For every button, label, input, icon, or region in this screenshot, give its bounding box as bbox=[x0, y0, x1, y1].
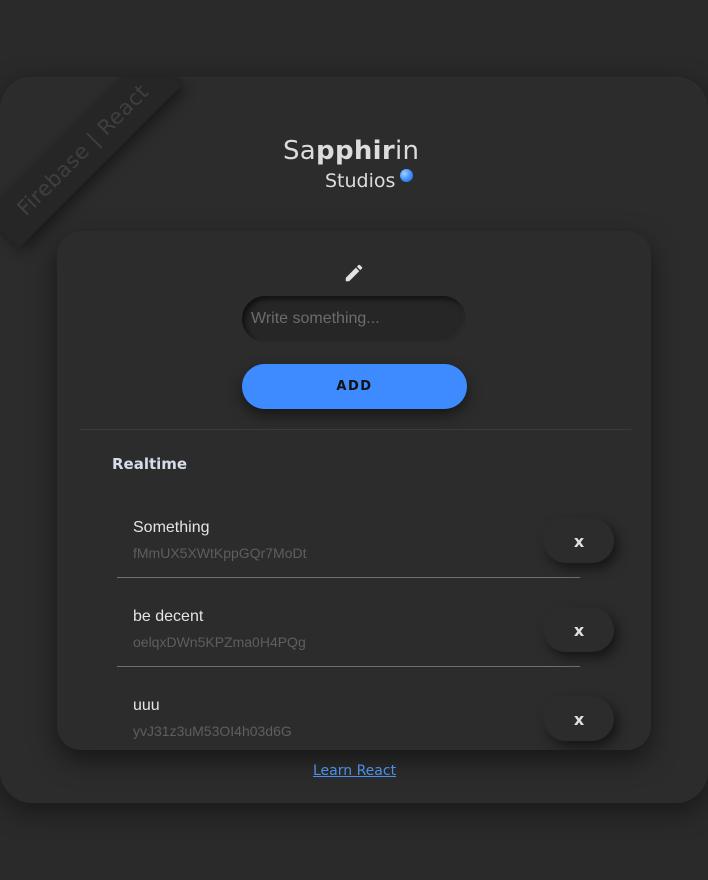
note-input[interactable] bbox=[242, 296, 466, 342]
add-button[interactable]: ADD bbox=[242, 364, 467, 409]
item-title: uuu bbox=[133, 697, 160, 714]
notes-panel: ADD Realtime Something fMmUX5XWtKppGQr7M… bbox=[57, 231, 651, 750]
list-item: be decent oelqxDWn5KPZma0H4PQg x bbox=[57, 586, 651, 675]
item-id: yvJ31z3uM53OI4h03d6G bbox=[133, 723, 292, 739]
delete-button[interactable]: x bbox=[544, 697, 614, 741]
section-title: Realtime bbox=[112, 455, 188, 473]
pencil-icon bbox=[345, 264, 363, 282]
item-divider bbox=[117, 666, 580, 667]
corner-ribbon: Firebase | React bbox=[0, 77, 182, 249]
item-id: oelqxDWn5KPZma0H4PQg bbox=[133, 634, 306, 650]
ribbon-label: Firebase | React bbox=[12, 79, 154, 221]
notes-list: Something fMmUX5XWtKppGQr7MoDt x be dece… bbox=[57, 497, 651, 750]
blue-dot-icon bbox=[400, 169, 413, 182]
learn-react-link[interactable]: Learn React bbox=[313, 763, 396, 779]
item-title: Something bbox=[133, 519, 210, 536]
list-item: Something fMmUX5XWtKppGQr7MoDt x bbox=[57, 497, 651, 586]
app-card: Firebase | React Sapphirin Studios ADD R… bbox=[0, 77, 708, 803]
delete-button[interactable]: x bbox=[544, 519, 614, 563]
item-id: fMmUX5XWtKppGQr7MoDt bbox=[133, 545, 307, 561]
brand-subtitle: Studios bbox=[325, 170, 396, 192]
delete-button[interactable]: x bbox=[544, 608, 614, 652]
item-title: be decent bbox=[133, 608, 204, 625]
brand-logo: Sapphirin Studios bbox=[283, 136, 433, 196]
item-divider bbox=[117, 577, 580, 578]
brand-name: Sapphirin bbox=[283, 136, 420, 166]
list-item: uuu yvJ31z3uM53OI4h03d6G x bbox=[57, 675, 651, 750]
divider bbox=[79, 429, 631, 430]
